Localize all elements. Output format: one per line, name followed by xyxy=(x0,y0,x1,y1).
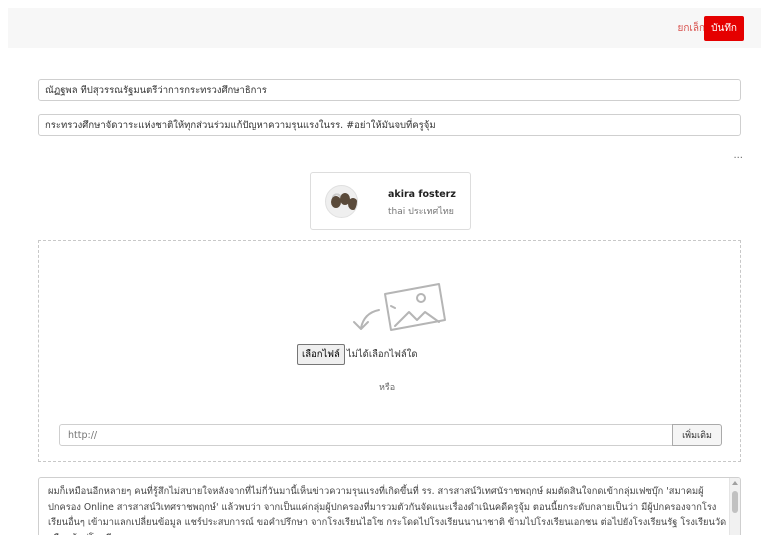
file-chooser-row: เลือกไฟล์ ไม่ได้เลือกไฟล์ใด xyxy=(297,344,418,365)
scrollbar[interactable] xyxy=(729,478,740,535)
add-url-button[interactable]: เพิ่มเติม xyxy=(672,424,722,446)
scroll-up-icon[interactable] xyxy=(732,481,738,485)
avatar xyxy=(325,185,358,218)
no-file-text: ไม่ได้เลือกไฟล์ใด xyxy=(346,349,418,360)
top-toolbar: ยกเล็ก บันทึก xyxy=(8,8,761,48)
subtitle-input[interactable] xyxy=(38,114,741,136)
or-divider-text: หรือ xyxy=(379,383,396,393)
choose-file-button[interactable]: เลือกไฟล์ xyxy=(297,344,345,365)
author-country: thai ประเทศไทย xyxy=(388,207,454,217)
title-input[interactable] xyxy=(38,79,741,101)
author-card[interactable]: akira fosterz thai ประเทศไทย xyxy=(310,172,471,230)
image-upload-icon xyxy=(353,283,446,331)
scroll-thumb[interactable] xyxy=(732,491,738,513)
save-button[interactable]: บันทึก xyxy=(704,16,744,41)
body-textarea[interactable]: ผมก็เหมือนอีกหลายๆ คนที่รู้สึกไม่สบายใจห… xyxy=(38,477,741,535)
more-options-icon[interactable]: ... xyxy=(733,150,743,161)
image-url-input[interactable] xyxy=(59,424,673,446)
cancel-button[interactable]: ยกเล็ก xyxy=(677,21,705,36)
body-text: ผมก็เหมือนอีกหลายๆ คนที่รู้สึกไม่สบายใจห… xyxy=(48,486,727,535)
image-dropzone[interactable]: เลือกไฟล์ไม่ได้เลือกไฟล์ใด หรือ เพิ่มเติ… xyxy=(38,240,741,462)
author-name: akira fosterz xyxy=(388,189,456,200)
